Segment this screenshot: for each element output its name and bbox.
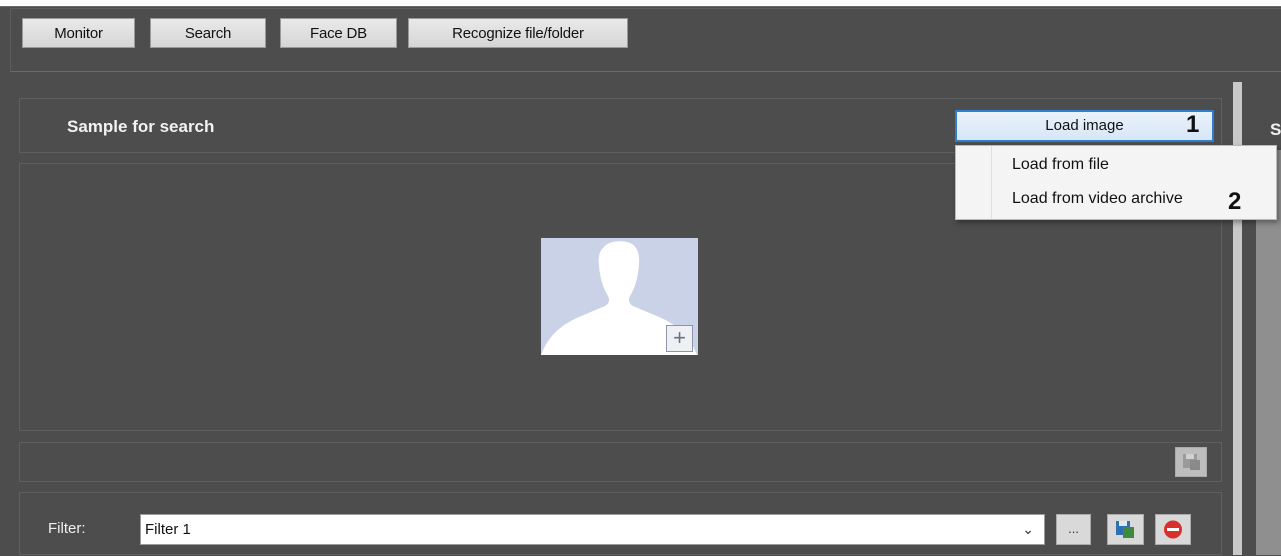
filter-select[interactable]: Filter 1 ⌄ bbox=[140, 514, 1045, 545]
sample-for-search-title: Sample for search bbox=[67, 117, 215, 136]
menu-item-load-from-video-archive[interactable]: Load from video archive bbox=[1012, 190, 1183, 208]
right-panel-title-partial: S bbox=[1270, 120, 1281, 139]
tab-search[interactable]: Search bbox=[150, 18, 266, 48]
remove-icon bbox=[1164, 520, 1182, 539]
menu-icon-gutter bbox=[956, 146, 992, 219]
save-filter-button[interactable] bbox=[1107, 514, 1144, 545]
tab-monitor[interactable]: Monitor bbox=[22, 18, 135, 48]
tab-recognize-file-folder[interactable]: Recognize file/folder bbox=[408, 18, 628, 48]
sample-action-strip bbox=[19, 442, 1222, 482]
filter-browse-button[interactable]: ... bbox=[1056, 514, 1091, 545]
save-sample-button[interactable] bbox=[1175, 447, 1207, 477]
callout-2: 2 bbox=[1228, 188, 1242, 215]
load-image-button[interactable]: Load image bbox=[955, 110, 1214, 142]
filter-label: Filter: bbox=[48, 520, 86, 537]
remove-filter-button[interactable] bbox=[1155, 514, 1191, 545]
filter-value: Filter 1 bbox=[145, 521, 191, 538]
chevron-down-icon[interactable]: ⌄ bbox=[1022, 515, 1034, 544]
tab-face-db[interactable]: Face DB bbox=[280, 18, 397, 48]
save-icon bbox=[1183, 454, 1200, 470]
save-icon bbox=[1116, 521, 1134, 538]
callout-1: 1 bbox=[1186, 111, 1200, 138]
menu-item-load-from-file[interactable]: Load from file bbox=[1012, 156, 1109, 174]
plus-icon[interactable]: + bbox=[666, 325, 693, 352]
